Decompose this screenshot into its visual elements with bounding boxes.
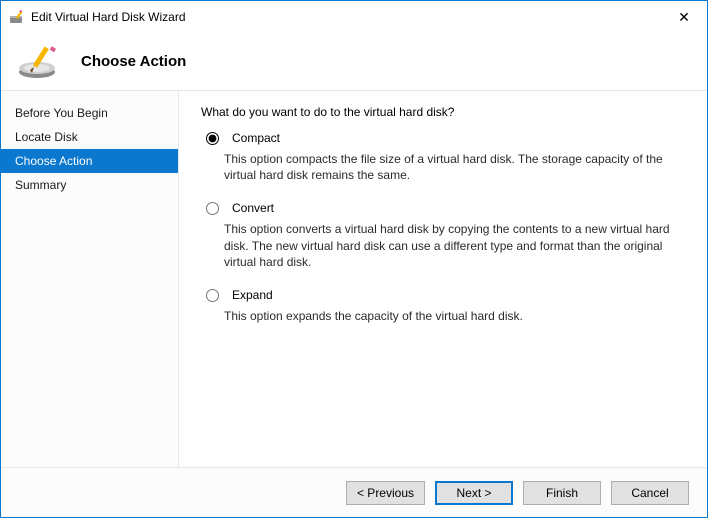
step-locate-disk[interactable]: Locate Disk [1, 125, 178, 149]
page-title: Choose Action [81, 53, 186, 70]
titlebar: Edit Virtual Hard Disk Wizard ✕ [1, 1, 707, 33]
wizard-header: Choose Action [1, 33, 707, 91]
step-choose-action[interactable]: Choose Action [1, 149, 178, 173]
close-icon: ✕ [678, 10, 690, 24]
option-convert[interactable]: Convert [201, 201, 687, 215]
app-icon [9, 9, 25, 25]
close-button[interactable]: ✕ [661, 2, 707, 32]
option-expand-desc: This option expands the capacity of the … [224, 308, 687, 324]
step-before-you-begin[interactable]: Before You Begin [1, 101, 178, 125]
radio-convert[interactable] [206, 202, 219, 215]
cancel-button[interactable]: Cancel [611, 481, 689, 505]
radio-expand[interactable] [206, 289, 219, 302]
option-expand-label: Expand [232, 288, 273, 302]
wizard-window: Edit Virtual Hard Disk Wizard ✕ Choose A… [0, 0, 708, 518]
option-convert-desc: This option converts a virtual hard disk… [224, 221, 687, 270]
wizard-footer: < Previous Next > Finish Cancel [1, 467, 707, 517]
option-expand[interactable]: Expand [201, 288, 687, 302]
content-question: What do you want to do to the virtual ha… [201, 105, 687, 119]
option-compact-label: Compact [232, 131, 280, 145]
option-convert-label: Convert [232, 201, 274, 215]
option-convert-wrap: Convert This option converts a virtual h… [201, 201, 687, 270]
wizard-body: Before You Begin Locate Disk Choose Acti… [1, 91, 707, 467]
wizard-steps-sidebar: Before You Begin Locate Disk Choose Acti… [1, 91, 179, 467]
finish-button[interactable]: Finish [523, 481, 601, 505]
option-compact[interactable]: Compact [201, 131, 687, 145]
hard-disk-pencil-icon [17, 42, 61, 82]
step-summary[interactable]: Summary [1, 173, 178, 197]
option-compact-desc: This option compacts the file size of a … [224, 151, 687, 183]
action-options-group: Compact This option compacts the file si… [201, 131, 687, 324]
option-compact-wrap: Compact This option compacts the file si… [201, 131, 687, 183]
next-button[interactable]: Next > [435, 481, 513, 505]
window-title: Edit Virtual Hard Disk Wizard [31, 10, 661, 24]
radio-compact[interactable] [206, 132, 219, 145]
wizard-content: What do you want to do to the virtual ha… [179, 91, 707, 467]
previous-button[interactable]: < Previous [346, 481, 425, 505]
option-expand-wrap: Expand This option expands the capacity … [201, 288, 687, 324]
